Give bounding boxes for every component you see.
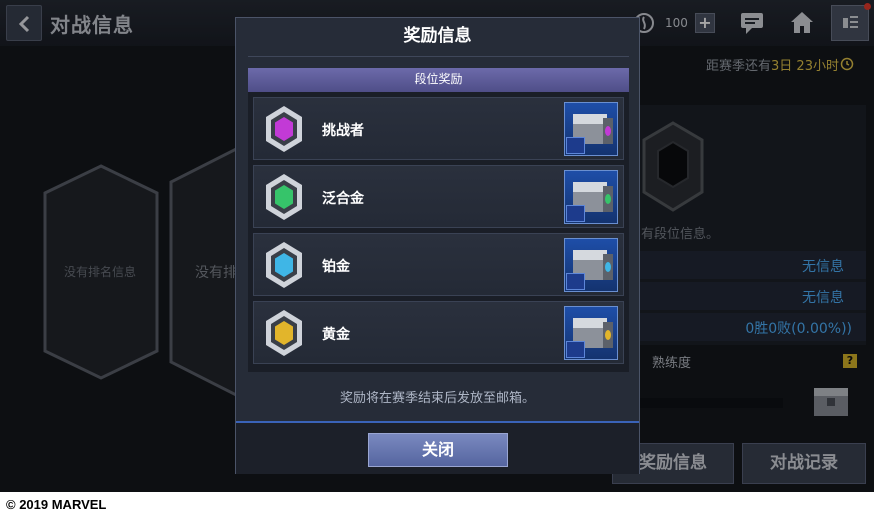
dialog-footer: 关闭 xyxy=(236,421,639,474)
game-screen: 对战信息 100 + 没有排名信息 没有排 距赛季还有3日 23小时 有段位信息… xyxy=(0,0,874,492)
reward-chest-slot[interactable] xyxy=(564,238,618,292)
section-header: 段位奖励 xyxy=(248,68,629,92)
tier-row-gold: 黄金 xyxy=(253,301,624,364)
vibranium-emblem-icon xyxy=(266,174,302,220)
tier-name: 黄金 xyxy=(322,327,350,343)
dialog-title: 奖励信息 xyxy=(403,26,472,46)
platinum-emblem-icon xyxy=(266,242,302,288)
tier-name: 铂金 xyxy=(322,259,350,275)
tier-reward-list[interactable]: 挑战者 泛合金 铂金 黄金 xyxy=(248,92,629,372)
close-button[interactable]: 关闭 xyxy=(368,433,508,467)
magnifier-icon xyxy=(566,341,585,358)
reward-chest-slot[interactable] xyxy=(564,306,618,360)
magnifier-icon xyxy=(566,273,585,290)
reward-note: 奖励将在赛季结束后发放至邮箱。 xyxy=(339,391,535,406)
tier-name: 泛合金 xyxy=(322,191,364,207)
tier-row-challenger: 挑战者 xyxy=(253,97,624,160)
reward-chest-slot[interactable] xyxy=(564,102,618,156)
gold-emblem-icon xyxy=(266,310,302,356)
tier-row-platinum: 铂金 xyxy=(253,233,624,296)
challenger-emblem-icon xyxy=(266,106,302,152)
reward-chest-slot[interactable] xyxy=(564,170,618,224)
copyright-text: © 2019 MARVEL xyxy=(6,497,107,512)
tier-name: 挑战者 xyxy=(322,123,364,139)
divider xyxy=(248,56,629,57)
reward-info-dialog: 奖励信息 段位奖励 挑战者 泛合金 铂金 黄金 奖励将在赛季结束后发放至邮箱。 … xyxy=(235,17,640,474)
tier-row-vibranium: 泛合金 xyxy=(253,165,624,228)
magnifier-icon xyxy=(566,137,585,154)
magnifier-icon xyxy=(566,205,585,222)
